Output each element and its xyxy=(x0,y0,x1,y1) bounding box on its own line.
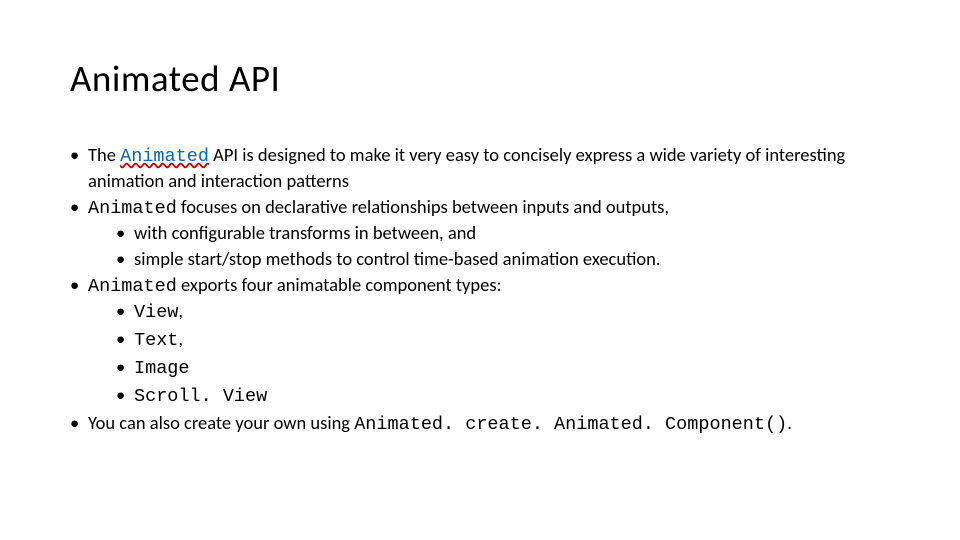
bullet-item: Animated exports four animatable compone… xyxy=(70,273,890,409)
slide: Animated API The Animated API is designe… xyxy=(0,0,960,540)
code-text: Animated xyxy=(88,198,177,219)
code-text: View xyxy=(134,302,178,323)
bullet-item: The Animated API is designed to make it … xyxy=(70,143,890,193)
sub-bullet-item: Scroll. View xyxy=(116,383,890,409)
sub-bullet-item: View, xyxy=(116,299,890,325)
text: focuses on declarative relationships bet… xyxy=(177,195,669,218)
code-text: Image xyxy=(134,358,190,379)
bullet-list: The Animated API is designed to make it … xyxy=(70,143,890,438)
text: with configurable transforms in between,… xyxy=(134,221,476,244)
sub-bullet-list: View, Text, Image Scroll. View xyxy=(88,299,890,409)
sub-bullet-item: with configurable transforms in between,… xyxy=(116,221,890,245)
sub-bullet-item: Image xyxy=(116,355,890,381)
text: . xyxy=(787,411,792,434)
text: , xyxy=(178,327,183,350)
code-text: Scroll. View xyxy=(134,386,267,407)
sub-bullet-list: with configurable transforms in between,… xyxy=(88,221,890,271)
sub-bullet-item: Text, xyxy=(116,327,890,353)
sub-bullet-item: simple start/stop methods to control tim… xyxy=(116,247,890,271)
animated-link[interactable]: Animated xyxy=(120,146,209,167)
text: , xyxy=(178,299,183,322)
text: The xyxy=(88,143,120,166)
code-text: Animated. create. Animated. Component() xyxy=(354,414,787,435)
slide-title: Animated API xyxy=(70,56,890,101)
text: You can also create your own using xyxy=(88,411,354,434)
code-text: Text xyxy=(134,330,178,351)
text: exports four animatable component types: xyxy=(177,273,502,296)
bullet-item: You can also create your own using Anima… xyxy=(70,411,890,437)
slide-content: The Animated API is designed to make it … xyxy=(70,143,890,438)
text: simple start/stop methods to control tim… xyxy=(134,247,661,270)
bullet-item: Animated focuses on declarative relation… xyxy=(70,195,890,271)
code-text: Animated xyxy=(88,276,177,297)
